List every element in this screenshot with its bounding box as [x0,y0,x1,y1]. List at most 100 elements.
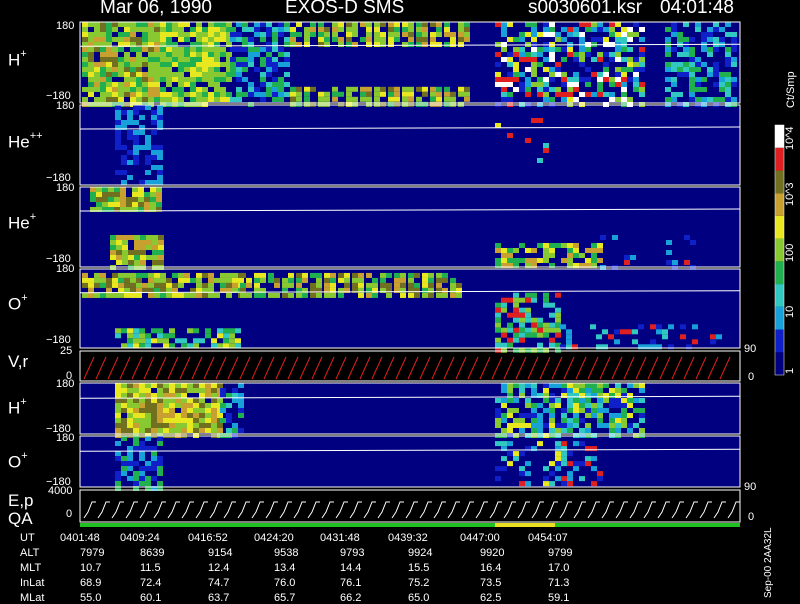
heatmap-cell [124,37,130,42]
heatmap-cell [555,47,561,52]
heatmap-cell [585,92,591,97]
heatmap-cell [202,47,208,52]
heatmap-cell [208,52,214,57]
heatmap-cell [430,91,436,97]
heatmap-cell [190,67,196,72]
heatmap-cell [374,91,380,97]
heatmap-cell [671,22,677,27]
heatmap-cell [701,87,707,92]
heatmap-cell [585,77,591,82]
heatmap-cell [100,27,106,32]
heatmap-cell [352,272,358,278]
heatmap-cell [525,413,531,418]
heatmap-cell [400,272,406,278]
heatmap-cell [130,47,136,52]
heatmap-cell [133,120,139,125]
heatmap-cell [190,62,196,67]
heatmap-cell [199,428,205,433]
heatmap-cell [187,428,193,433]
heatmap-cell [543,302,549,308]
heatmap-cell [501,327,507,333]
heatmap-cell [100,72,106,77]
heatmap-cell [725,97,731,102]
heatmap-cell [202,67,208,72]
heatmap-cell [561,388,567,393]
heatmap-cell [689,62,695,67]
heatmap-cell [184,277,190,283]
heatmap-cell [567,258,573,263]
heatmap-cell [450,287,456,293]
heatmap-cell [150,192,156,197]
ephemeris-cell: 9154 [208,547,233,559]
heatmap-cell [160,92,166,97]
heatmap-cell [130,277,136,283]
heatmap-cell [567,388,573,393]
heatmap-cell [106,57,112,62]
heatmap-cell [596,334,602,340]
heatmap-cell [344,277,350,283]
heatmap-cell [284,22,290,27]
heatmap-cell [555,456,561,462]
heatmap-cell [388,42,394,47]
heatmap-cell [94,292,100,298]
heatmap-cell [94,22,100,27]
heatmap-cell [450,282,456,288]
heatmap-cell [196,72,202,77]
heatmap-cell [184,22,190,27]
heatmap-cell [136,292,142,298]
heatmap-cell [402,42,408,47]
heatmap-cell [116,245,122,250]
heatmap-cell [513,307,519,313]
heatmap-cell [531,413,537,418]
heatmap-cell [621,408,627,413]
heatmap-cell [695,82,701,87]
heatmap-cell [266,52,272,57]
heatmap-cell [725,72,731,77]
heatmap-cell [163,418,169,423]
heatmap-cell [148,67,154,72]
heatmap-cell [94,72,100,77]
heatmap-cell [531,258,537,263]
heatmap-cell [100,272,106,278]
heatmap-cell [112,62,118,67]
heatmap-cell [193,413,199,418]
heatmap-cell [118,32,124,37]
heatmap-cell [555,476,561,482]
heatmap-cell [561,82,567,87]
heatmap-cell [543,327,549,333]
heatmap-cell [214,292,220,298]
heatmap-cell [579,383,585,388]
heatmap-cell [597,388,603,393]
heatmap-cell [205,408,211,413]
heatmap-cell [226,77,232,82]
heatmap-cell [507,37,513,42]
heatmap-cell [178,57,184,62]
heatmap-cell [543,243,549,248]
heatmap-cell [122,250,128,255]
heatmap-cell [102,192,108,197]
heatmap-cell [193,423,199,428]
heatmap-cell [157,388,163,393]
heatmap-cell [710,334,716,340]
heatmap-cell [671,47,677,52]
footer-code: Sep-00 2AA32L [763,527,774,598]
heatmap-cell [154,282,160,288]
heatmap-cell [226,277,232,283]
heatmap-cell [603,92,609,97]
heatmap-cell [106,62,112,67]
heatmap-cell [501,253,507,258]
heatmap-cell [561,47,567,52]
heatmap-cell [90,192,96,197]
heatmap-cell [272,92,278,97]
heatmap-cell [609,418,615,423]
heatmap-cell [519,383,525,388]
heatmap-cell [537,428,543,433]
heatmap-cell [549,77,555,82]
heatmap-cell [638,324,644,330]
heatmap-cell [573,97,579,102]
heatmap-cell [695,97,701,102]
heatmap-cell [82,272,88,278]
heatmap-cell [684,235,690,240]
heatmap-cell [537,418,543,423]
heatmap-cell [555,87,561,92]
